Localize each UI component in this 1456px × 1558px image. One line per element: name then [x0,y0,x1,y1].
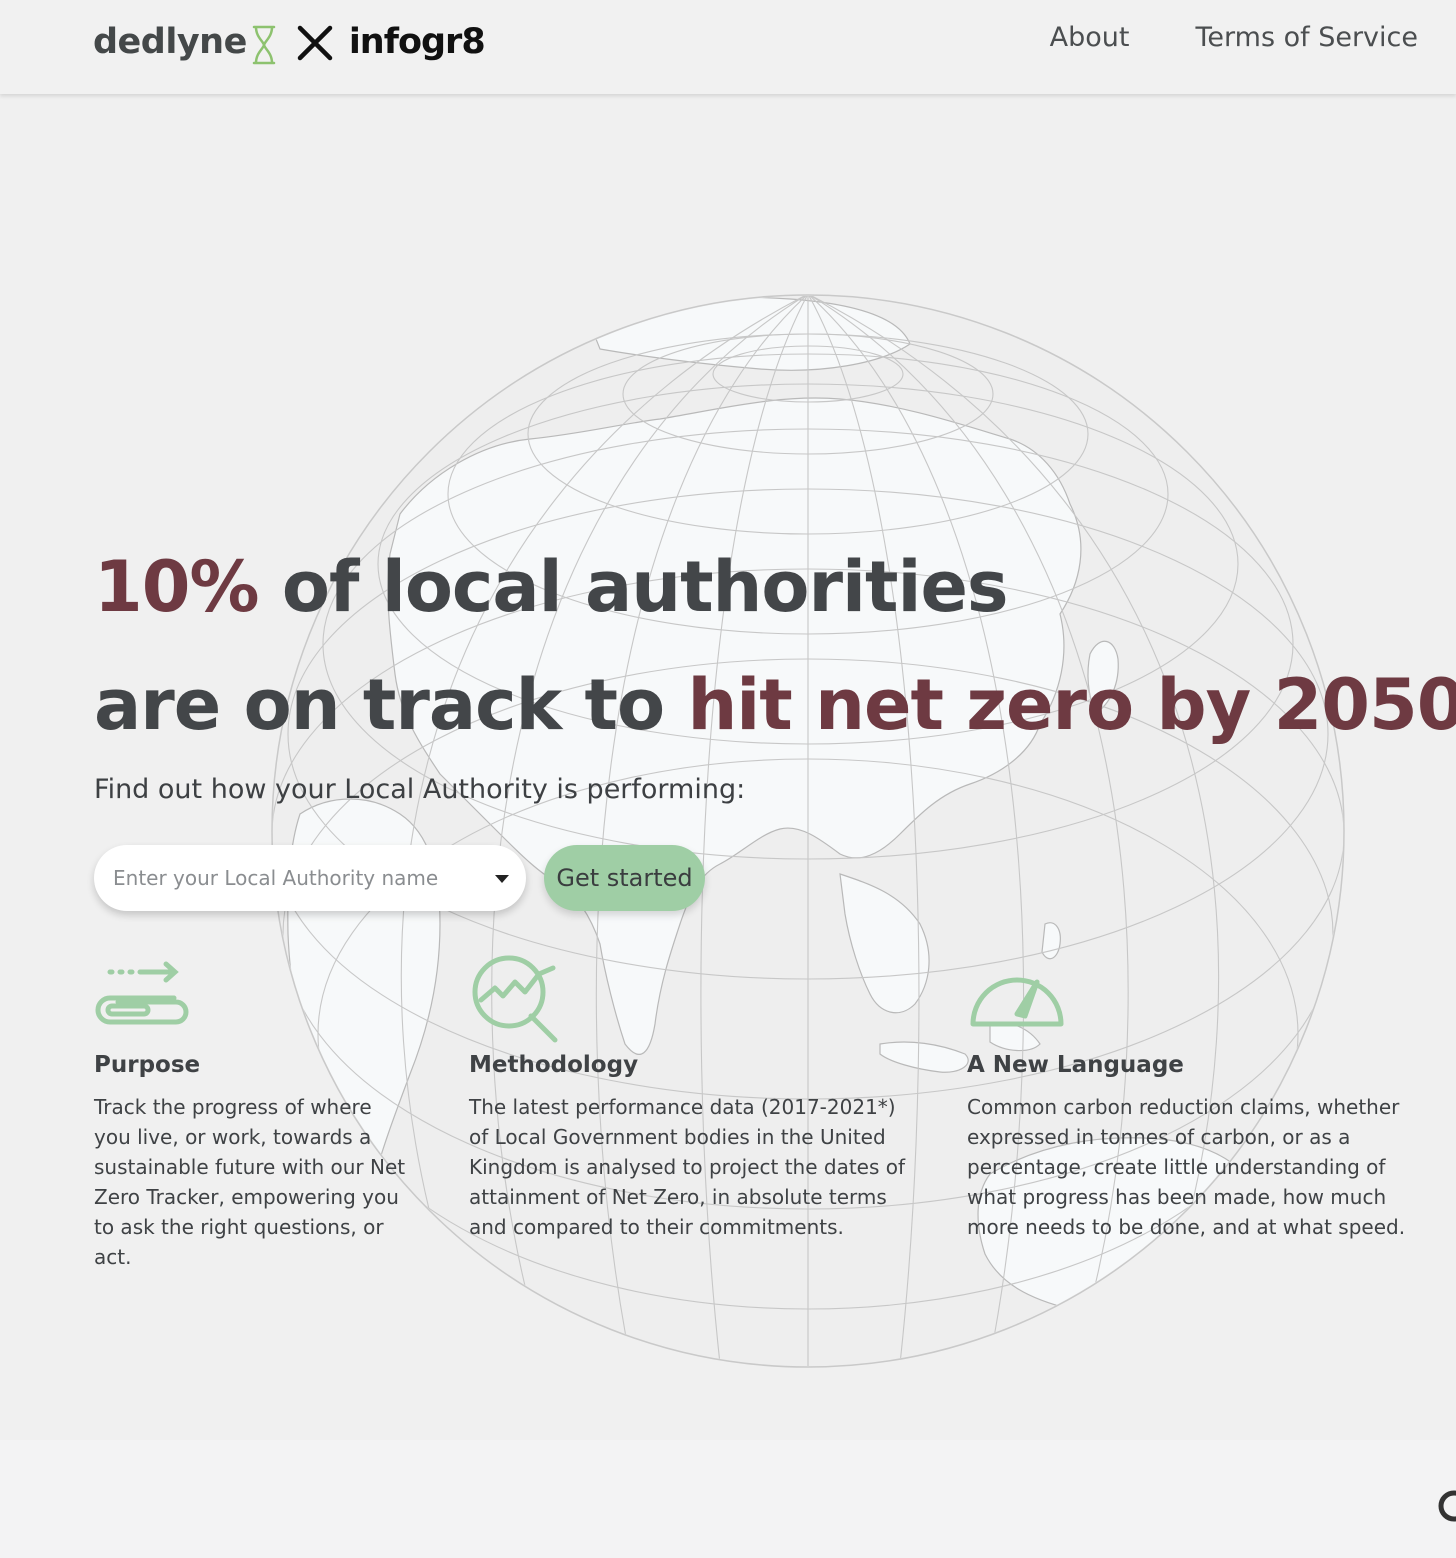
feature-title: Purpose [94,1052,201,1078]
brand-logo[interactable]: dedlyne infogr8 [93,14,486,70]
nav-terms-link[interactable]: Terms of Service [1196,22,1419,53]
get-started-button[interactable]: Get started [544,845,705,911]
footer-band [0,1440,1456,1558]
headline-line2-text: are on track to [94,664,688,746]
feature-description: Track the progress of where you live, or… [94,1095,406,1269]
infogr8-logo-text: infogr8 [348,22,486,62]
hero-subline: Find out how your Local Authority is per… [94,774,746,805]
cross-icon [297,25,333,61]
feature-title: A New Language [967,1052,1184,1078]
feature-description: The latest performance data (2017-2021*)… [469,1095,906,1239]
headline-percentage: 10% [94,546,260,628]
headline-target: hit net zero by 2050 [687,664,1456,746]
speedometer-icon [970,977,1064,1027]
feature-purpose: Purpose Track the progress of where you … [94,952,414,1269]
dedlyne-logo-text: dedlyne [93,22,247,62]
top-navbar: dedlyne infogr8 About Terms of Service [0,0,1456,94]
feature-title: Methodology [469,1052,639,1078]
main-nav: About Terms of Service [1050,22,1418,53]
feature-new-language: A New Language Common carbon reduction c… [967,952,1407,1239]
headline-line1-text: of local authorities [258,546,1009,628]
hourglass-icon [252,25,276,65]
paperclip-arrow-icon [95,961,189,1025]
feature-methodology: Methodology The latest performance data … [469,952,909,1239]
nav-about-link[interactable]: About [1050,22,1130,53]
hero-headline: 10% of local authorities are on track to … [94,528,1456,764]
hero-section: 10% of local authorities are on track to … [0,94,1456,1440]
local-authority-select[interactable] [94,845,526,911]
local-authority-input[interactable] [111,865,475,891]
chevron-down-icon[interactable] [495,875,509,883]
feature-description: Common carbon reduction claims, whether … [967,1095,1406,1239]
magnifier-chart-icon [472,955,558,1043]
chat-bubble-icon[interactable] [1436,1490,1456,1522]
